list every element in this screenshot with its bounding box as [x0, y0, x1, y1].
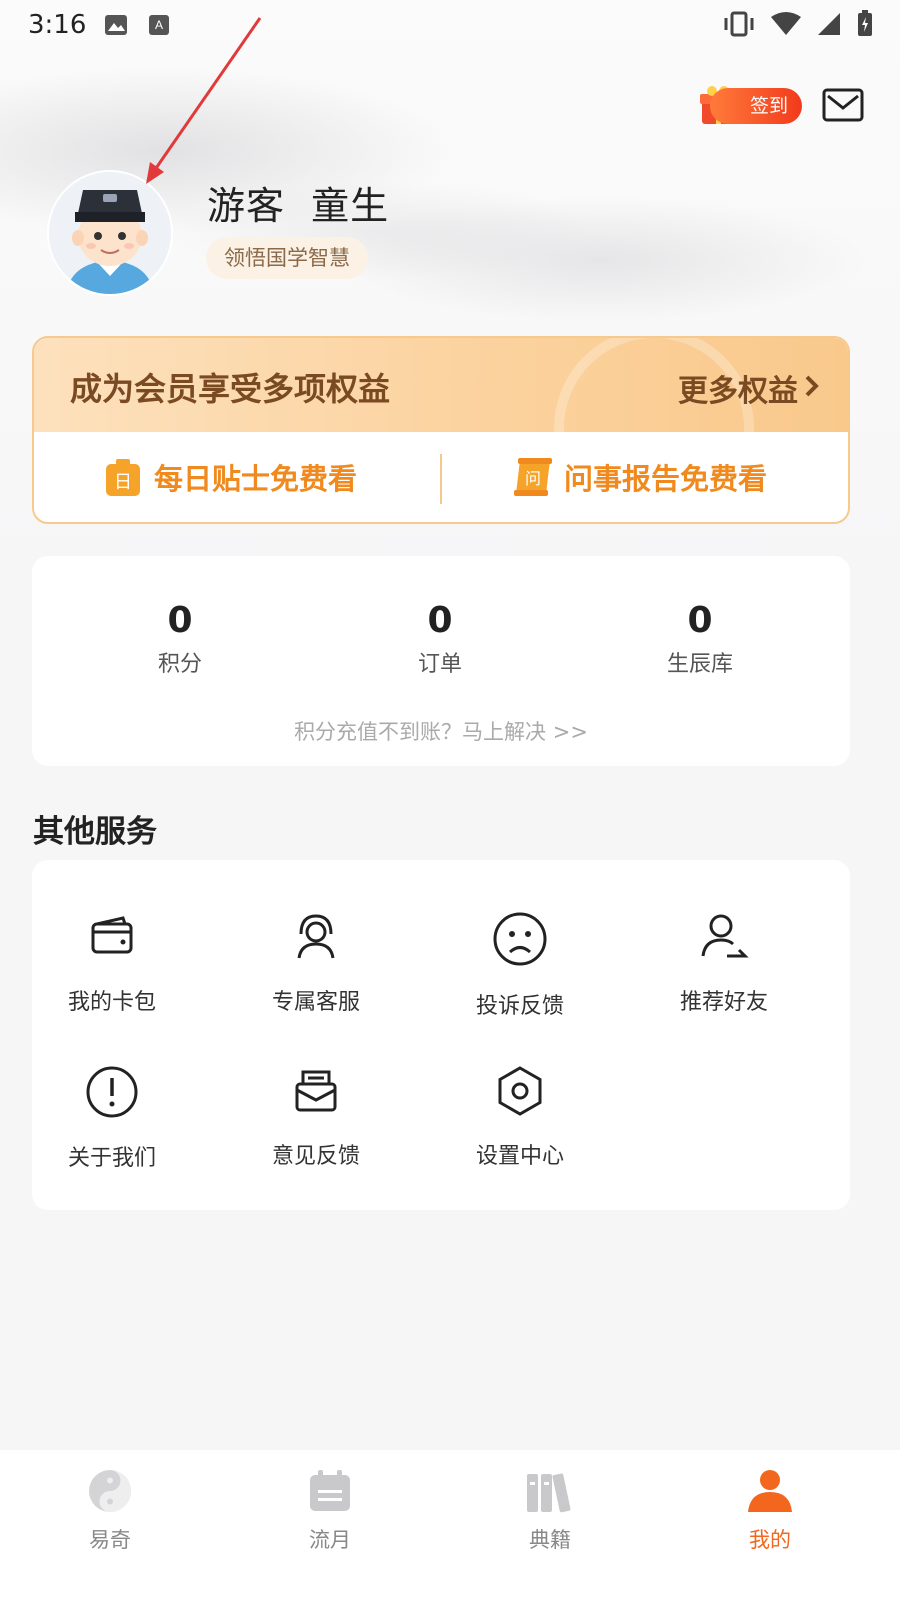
status-time: 3:16	[28, 10, 87, 40]
report-scroll-icon: 问	[514, 458, 552, 496]
tagline-badge: 领悟国学智慧	[206, 237, 368, 279]
stat-orders-value: 0	[427, 600, 453, 641]
tab-label: 我的	[749, 1528, 791, 1552]
username[interactable]: 游客 童生	[207, 175, 389, 230]
stat-points-value: 0	[167, 600, 193, 641]
stats-card: 0 积分 0 订单 0 生辰库 积分充值不到账？马上解决 >>	[32, 556, 850, 766]
service-label: 关于我们	[67, 1146, 156, 1171]
feedback-mail-icon	[295, 1070, 337, 1112]
books-icon	[527, 1473, 571, 1513]
member-card-header[interactable]: 成为会员享受多项权益 更多权益	[34, 338, 848, 522]
service-card-wallet[interactable]: 我的卡包	[32, 910, 192, 1016]
svg-text:问: 问	[525, 469, 541, 488]
calendar-icon	[310, 1470, 350, 1511]
daily-tips-icon: 日	[106, 459, 140, 496]
tab-label: 流月	[309, 1528, 351, 1552]
tab-dianji[interactable]: 典籍	[490, 1468, 610, 1554]
wallet-icon	[91, 916, 133, 954]
status-bar: 3:16 A	[0, 0, 900, 50]
service-about-us[interactable]: 关于我们	[32, 1064, 192, 1172]
yinyang-icon	[89, 1470, 131, 1512]
stat-orders-label: 订单	[417, 652, 462, 677]
service-label: 推荐好友	[679, 990, 768, 1015]
gallery-notification-icon	[105, 15, 127, 35]
headset-icon	[297, 914, 335, 959]
tab-mine[interactable]: 我的	[710, 1468, 830, 1554]
member-title: 成为会员享受多项权益	[70, 370, 391, 408]
person-icon	[748, 1470, 792, 1512]
exclamation-icon	[86, 1066, 138, 1118]
svg-text:A: A	[155, 18, 163, 32]
stat-birth-library[interactable]: 0 生辰库	[600, 600, 800, 678]
tab-yiqi[interactable]: 易奇	[50, 1468, 170, 1554]
checkin-button[interactable]: 签到	[710, 88, 802, 124]
signal-icon	[818, 13, 840, 35]
service-label: 投诉反馈	[475, 994, 564, 1019]
service-label: 专属客服	[271, 990, 360, 1015]
svg-text:日: 日	[114, 472, 132, 493]
sad-face-icon	[493, 912, 547, 966]
service-complaint[interactable]: 投诉反馈	[440, 910, 600, 1020]
scholar-avatar-icon	[49, 172, 171, 294]
message-icon[interactable]	[822, 88, 864, 122]
tab-label: 易奇	[89, 1528, 131, 1552]
battery-icon	[858, 10, 872, 36]
service-feedback[interactable]: 意见反馈	[236, 1064, 396, 1170]
member-card[interactable]: 成为会员享受多项权益 更多权益 日 每日贴士免费看 问 问事报告免费看	[32, 336, 850, 524]
chevron-right-icon	[805, 375, 819, 397]
perk-daily-tips[interactable]: 每日贴士免费看	[154, 456, 357, 498]
wifi-icon	[771, 12, 801, 35]
more-benefits-link[interactable]: 更多权益	[678, 366, 798, 410]
service-label: 我的卡包	[67, 990, 156, 1015]
service-recommend-friend[interactable]: 推荐好友	[644, 910, 804, 1016]
services-grid: 我的卡包 专属客服 投诉反馈 推荐好友 关于我们 意见反馈 设置中心	[32, 860, 850, 1210]
settings-hex-icon	[498, 1066, 542, 1116]
perk-divider	[440, 454, 442, 504]
avatar[interactable]	[47, 170, 173, 296]
services-title: 其他服务	[33, 814, 157, 850]
service-label: 意见反馈	[271, 1144, 360, 1169]
perk-report[interactable]: 问事报告免费看	[564, 456, 767, 498]
share-user-icon	[701, 914, 749, 958]
stat-points[interactable]: 0 积分	[80, 600, 280, 678]
service-settings[interactable]: 设置中心	[440, 1064, 600, 1170]
keyboard-notification-icon: A	[149, 15, 169, 35]
stat-points-label: 积分	[157, 652, 202, 677]
stat-orders[interactable]: 0 订单	[340, 600, 540, 678]
service-label: 设置中心	[475, 1144, 564, 1169]
recharge-help-link[interactable]: 积分充值不到账？马上解决 >>	[32, 716, 850, 746]
vibrate-icon	[724, 11, 754, 37]
stat-birth-library-label: 生辰库	[666, 652, 733, 677]
service-customer-support[interactable]: 专属客服	[236, 910, 396, 1016]
stat-birth-library-value: 0	[687, 600, 713, 641]
tab-label: 典籍	[529, 1528, 571, 1552]
tab-liuyue[interactable]: 流月	[270, 1468, 390, 1554]
bottom-nav: 易奇 流月 典籍 我的	[0, 1450, 900, 1600]
